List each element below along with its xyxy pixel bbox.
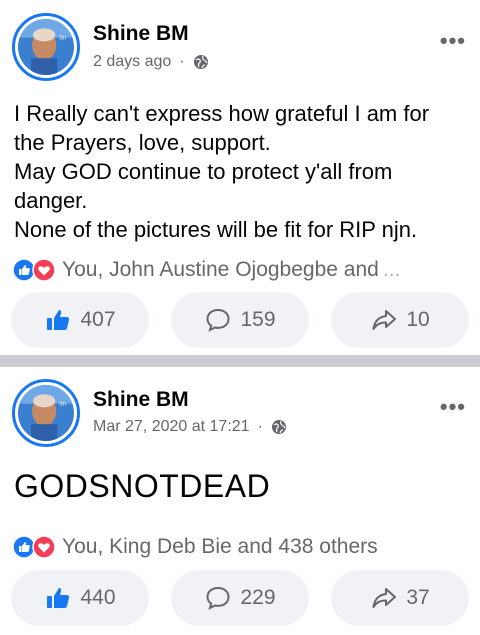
reactions-summary[interactable]: You, King Deb Bie and 438 others [12,535,470,559]
svg-text:Sh: Sh [59,36,67,42]
thumbs-up-icon [47,588,70,608]
more-options-button[interactable]: ••• [440,28,466,54]
share-arrow-icon [372,310,397,330]
share-count: 37 [406,586,430,609]
action-bar: 407 159 10 [11,292,469,348]
post-divider [0,355,480,367]
post-text-line: I Really can't express how grateful I am… [14,101,430,126]
love-reaction-icon [32,535,56,559]
avatar-image: Sh [18,19,74,75]
comment-count: 159 [240,308,276,331]
like-count: 440 [80,586,116,609]
speech-bubble-icon [206,308,230,332]
post-meta: 2 days ago · [93,53,209,71]
globe-icon [271,420,286,434]
speech-bubble-icon [206,586,230,610]
avatar[interactable]: Sh [12,379,80,447]
share-arrow-icon [372,588,397,608]
like-button[interactable]: 407 [11,292,149,348]
post-card: Sh Shine BM 2 days ago · ••• I Really ca… [0,0,480,355]
avatar[interactable]: Sh [12,13,80,81]
reactions-text: You, John Austine Ojogbegbe and [62,258,379,281]
love-reaction-icon [32,258,56,282]
action-bar: 440 229 37 [11,570,469,626]
post-text: GODSNOTDEAD [14,468,271,504]
share-button[interactable]: 10 [331,292,469,348]
reaction-icons [12,258,56,282]
like-count: 407 [80,308,116,331]
post-text-line: None of the pictures will be fit for RIP… [14,217,418,242]
author-name[interactable]: Shine BM [93,22,189,46]
globe-icon [193,55,208,69]
post-text-line: danger. [14,188,88,213]
comment-button[interactable]: 159 [171,292,309,348]
reactions-text: You, King Deb Bie and 438 others [62,535,378,558]
comment-count: 229 [240,586,276,609]
share-button[interactable]: 37 [331,570,469,626]
post-card: Sh Shine BM Mar 27, 2020 at 17:21 · ••• … [0,367,480,635]
post-text: I Really can't express how grateful I am… [14,99,470,244]
reactions-summary[interactable]: You, John Austine Ojogbegbe and ... [12,258,470,282]
meta-separator: · [257,418,263,435]
post-timestamp[interactable]: 2 days ago [93,53,171,71]
post-meta: Mar 27, 2020 at 17:21 · [93,418,287,436]
post-text-line: the Prayers, love, support. [14,130,271,155]
reaction-icons [12,535,56,559]
post-text-line: May GOD continue to protect y'all from [14,159,393,184]
reactions-ellipsis: ... [382,258,401,281]
avatar-image: Sh [18,385,74,441]
comment-button[interactable]: 229 [171,570,309,626]
author-name[interactable]: Shine BM [93,388,189,412]
thumbs-up-icon [47,310,70,330]
share-count: 10 [406,308,430,331]
meta-separator: · [179,53,185,70]
like-button[interactable]: 440 [11,570,149,626]
svg-text:Sh: Sh [59,402,67,408]
post-timestamp[interactable]: Mar 27, 2020 at 17:21 [93,418,250,436]
more-options-button[interactable]: ••• [440,394,466,420]
